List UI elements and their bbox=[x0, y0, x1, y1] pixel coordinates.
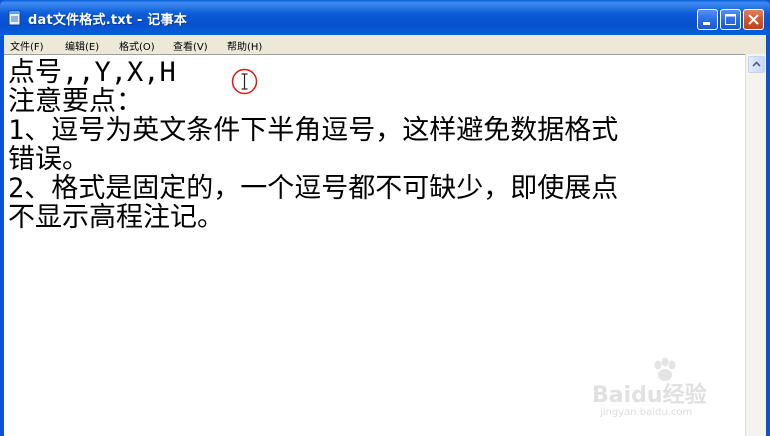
vertical-scrollbar[interactable] bbox=[745, 54, 766, 436]
close-button[interactable] bbox=[743, 9, 764, 30]
window-title: dat文件格式.txt - 记事本 bbox=[28, 13, 187, 28]
text-editor-area[interactable]: 点号,,Y,X,H 注意要点： 1、逗号为英文条件下半角逗号，这样避免数据格式 … bbox=[4, 54, 745, 436]
menu-view[interactable]: 查看(V) bbox=[173, 38, 208, 53]
notepad-window: dat文件格式.txt - 记事本 文件(F) 编辑(E) 格式(O) 查看(V… bbox=[0, 0, 770, 436]
watermark-brand: Baidu经验 bbox=[592, 383, 707, 408]
menu-file[interactable]: 文件(F) bbox=[10, 38, 44, 53]
maximize-button[interactable] bbox=[720, 9, 741, 30]
menu-format[interactable]: 格式(O) bbox=[119, 38, 155, 53]
watermark-url: jingyan.baidu.com bbox=[600, 407, 693, 418]
maximize-icon bbox=[725, 14, 736, 25]
scroll-up-button[interactable] bbox=[748, 56, 765, 73]
title-bar[interactable]: dat文件格式.txt - 记事本 bbox=[0, 0, 770, 35]
close-icon bbox=[748, 14, 759, 25]
menu-edit[interactable]: 编辑(E) bbox=[65, 38, 99, 53]
editor-line: 错误。 bbox=[8, 144, 89, 175]
menu-bar: 文件(F) 编辑(E) 格式(O) 查看(V) 帮助(H) bbox=[4, 35, 766, 54]
editor-content[interactable]: 点号,,Y,X,H 注意要点： 1、逗号为英文条件下半角逗号，这样避免数据格式 … bbox=[8, 58, 738, 232]
notepad-app-icon[interactable] bbox=[8, 10, 22, 26]
minimize-button[interactable] bbox=[697, 9, 718, 30]
editor-line: 点号,,Y,X,H bbox=[8, 57, 176, 88]
editor-line: 2、格式是固定的，一个逗号都不可缺少，即使展点 bbox=[8, 173, 619, 204]
text-cursor-highlight-icon bbox=[231, 68, 258, 95]
editor-line: 1、逗号为英文条件下半角逗号，这样避免数据格式 bbox=[8, 115, 619, 146]
chevron-up-icon bbox=[752, 61, 761, 67]
editor-line: 不显示高程注记。 bbox=[8, 202, 224, 233]
editor-line: 注意要点： bbox=[8, 86, 143, 117]
baidu-watermark: Baidu经验 jingyan.baidu.com bbox=[592, 357, 742, 427]
menu-help[interactable]: 帮助(H) bbox=[227, 38, 262, 53]
window-frame-right bbox=[766, 35, 770, 436]
minimize-icon bbox=[703, 22, 710, 25]
